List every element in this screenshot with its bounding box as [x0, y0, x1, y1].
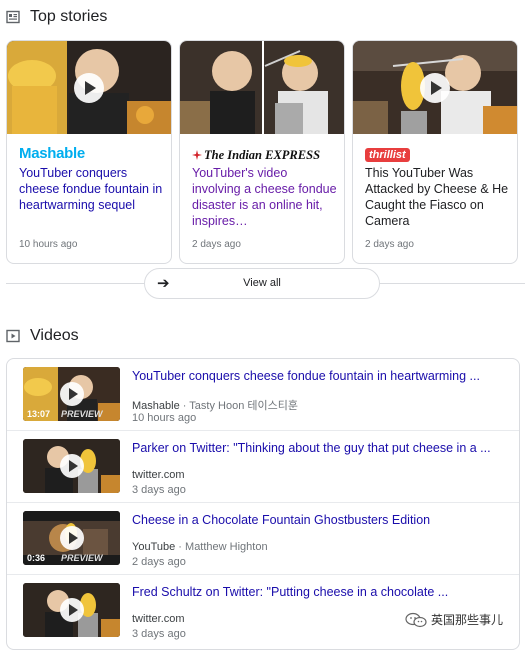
video-source: YouTube · Matthew Highton — [132, 541, 268, 553]
play-icon — [59, 526, 84, 550]
videos-header: Videos — [6, 327, 79, 345]
video-duration: 0:36 — [27, 553, 46, 563]
video-title[interactable]: Fred Schultz on Twitter: "Putting cheese… — [132, 585, 502, 599]
video-source: Mashable · Tasty Hoon 테이스티훈 — [132, 397, 298, 413]
play-icon[interactable] — [420, 72, 450, 103]
publisher-logo: The Indian EXPRESS — [192, 145, 320, 165]
express-logo-icon — [192, 150, 202, 160]
wechat-icon — [405, 612, 427, 627]
video-time: 2 days ago — [132, 556, 186, 568]
video-icon — [6, 329, 20, 343]
publisher-logo: Mashable — [19, 145, 85, 162]
video-thumbnail[interactable] — [23, 583, 120, 637]
story-card[interactable]: thrillist This YouTuber Was Attacked by … — [352, 40, 518, 264]
video-title[interactable]: Parker on Twitter: "Thinking about the g… — [132, 441, 502, 455]
video-source-name: Mashable — [132, 400, 180, 412]
story-headline[interactable]: YouTuber conquers cheese fondue fountain… — [19, 165, 164, 213]
story-thumbnail — [180, 41, 344, 134]
video-source-name: twitter.com — [132, 469, 185, 481]
video-row[interactable]: 0:36 PREVIEW Cheese in a Chocolate Fount… — [7, 503, 519, 575]
view-all-button[interactable]: ➔ View all — [144, 268, 380, 299]
video-author: Tasty Hoon 테이스티훈 — [189, 400, 298, 412]
video-title[interactable]: Cheese in a Chocolate Fountain Ghostbust… — [132, 513, 502, 527]
video-duration: 13:07 — [27, 409, 51, 419]
story-card[interactable]: The Indian EXPRESS YouTuber's video invo… — [179, 40, 345, 264]
video-source: twitter.com — [132, 469, 185, 481]
story-thumbnail — [7, 41, 171, 134]
video-thumbnail[interactable]: 13:07 PREVIEW — [23, 367, 120, 421]
video-source-name: YouTube — [132, 541, 176, 553]
video-source: twitter.com — [132, 613, 185, 625]
story-card[interactable]: Mashable YouTuber conquers cheese fondue… — [6, 40, 172, 264]
story-time: 2 days ago — [192, 239, 241, 250]
top-stories-header: Top stories — [6, 8, 107, 26]
story-time: 2 days ago — [365, 239, 414, 250]
story-headline[interactable]: This YouTuber Was Attacked by Cheese & H… — [365, 165, 510, 229]
play-icon — [59, 598, 84, 622]
watermark-text: 英国那些事儿 — [431, 613, 504, 627]
preview-label: PREVIEW — [61, 553, 103, 563]
story-headline[interactable]: YouTuber's video involving a cheese fond… — [192, 165, 337, 229]
story-thumbnail — [353, 41, 517, 134]
video-author: Matthew Highton — [185, 541, 268, 553]
video-time: 3 days ago — [132, 628, 186, 640]
video-thumbnail[interactable]: 0:36 PREVIEW — [23, 511, 120, 565]
view-all-label: View all — [243, 277, 281, 289]
play-icon — [59, 454, 84, 478]
play-icon[interactable] — [74, 72, 104, 103]
video-row[interactable]: Parker on Twitter: "Thinking about the g… — [7, 431, 519, 503]
video-row[interactable]: 13:07 PREVIEW YouTuber conquers cheese f… — [7, 359, 519, 431]
video-time: 10 hours ago — [132, 412, 197, 424]
publisher-logo: thrillist — [365, 145, 410, 165]
video-thumbnail[interactable] — [23, 439, 120, 493]
video-title[interactable]: YouTuber conquers cheese fondue fountain… — [132, 369, 502, 383]
video-list: 13:07 PREVIEW YouTuber conquers cheese f… — [6, 358, 520, 650]
watermark: 英国那些事儿 — [405, 611, 503, 628]
section-title: Top stories — [30, 8, 108, 25]
story-time: 10 hours ago — [19, 239, 78, 250]
section-title: Videos — [30, 327, 79, 344]
news-icon — [6, 10, 20, 24]
play-icon — [59, 382, 84, 406]
video-time: 3 days ago — [132, 484, 186, 496]
video-source-name: twitter.com — [132, 613, 185, 625]
preview-label: PREVIEW — [61, 409, 103, 419]
